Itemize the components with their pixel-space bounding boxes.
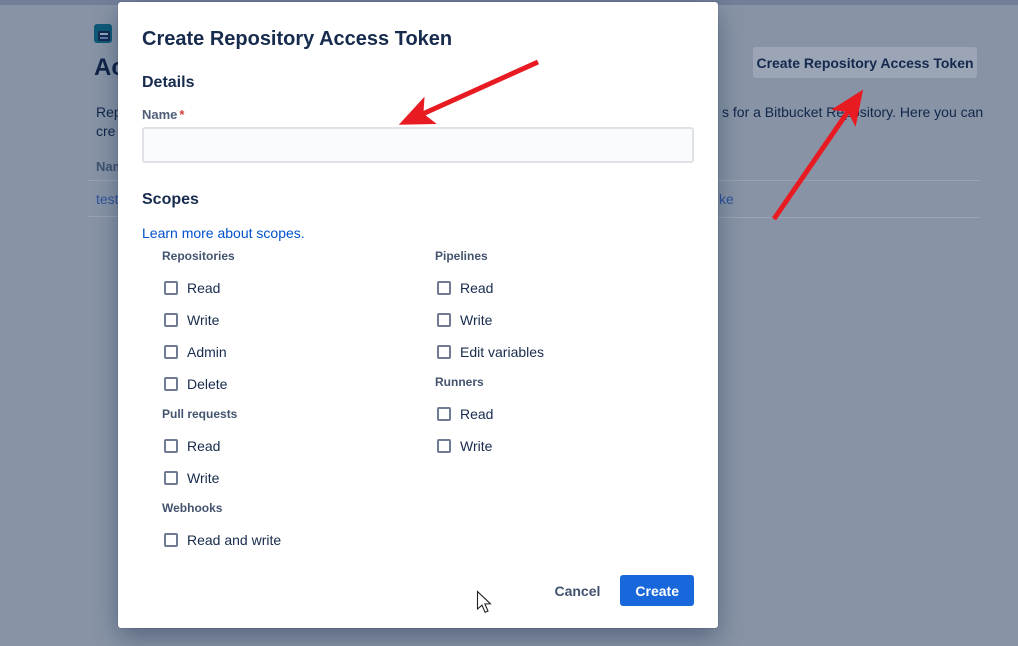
- cancel-button[interactable]: Cancel: [554, 583, 600, 599]
- create-repository-access-token-button[interactable]: Create Repository Access Token: [753, 47, 977, 78]
- checkbox-repositories-delete[interactable]: Delete: [162, 376, 422, 392]
- checkbox-pull-requests-read[interactable]: Read: [162, 438, 422, 454]
- create-button[interactable]: Create: [620, 575, 694, 606]
- scope-group-repositories: Repositories Read Write Admin: [162, 250, 422, 392]
- intro-text-fragment: cre: [96, 123, 115, 139]
- scope-group-runners: Runners Read Write: [435, 376, 695, 454]
- checkbox-runners-read[interactable]: Read: [435, 406, 695, 422]
- scope-group-label: Pipelines: [435, 250, 695, 262]
- checkbox-pull-requests-write[interactable]: Write: [162, 470, 422, 486]
- checkbox-icon[interactable]: [164, 345, 178, 359]
- checkbox-icon[interactable]: [164, 281, 178, 295]
- scopes-heading: Scopes: [142, 191, 694, 209]
- checkbox-icon[interactable]: [164, 377, 178, 391]
- checkbox-pipelines-edit-variables[interactable]: Edit variables: [435, 344, 695, 360]
- table-divider: [718, 217, 980, 218]
- table-divider: [88, 216, 118, 217]
- required-asterisk: *: [179, 107, 184, 122]
- scopes-column-left: Repositories Read Write Admin: [162, 250, 422, 564]
- revoke-link[interactable]: ke: [719, 191, 734, 207]
- screen: Ac Rep cre s for a Bitbucket Repository.…: [0, 0, 1018, 646]
- checkbox-icon[interactable]: [164, 439, 178, 453]
- create-repository-access-token-dialog: Create Repository Access Token Details N…: [118, 2, 718, 628]
- checkbox-repositories-write[interactable]: Write: [162, 312, 422, 328]
- scope-group-label: Runners: [435, 376, 695, 388]
- scope-group-pipelines: Pipelines Read Write Edit variables: [435, 250, 695, 360]
- checkbox-repositories-admin[interactable]: Admin: [162, 344, 422, 360]
- learn-more-about-scopes-link[interactable]: Learn more about scopes.: [142, 225, 305, 241]
- details-heading: Details: [142, 74, 694, 92]
- token-name-link[interactable]: test: [96, 191, 119, 207]
- checkbox-icon[interactable]: [164, 313, 178, 327]
- checkbox-pipelines-write[interactable]: Write: [435, 312, 695, 328]
- name-field-label: Name*: [142, 107, 694, 122]
- dialog-title: Create Repository Access Token: [142, 28, 694, 51]
- checkbox-webhooks-read-and-write[interactable]: Read and write: [162, 532, 422, 548]
- intro-text-fragment: s for a Bitbucket Repository. Here you c…: [722, 104, 983, 120]
- access-tokens-page-icon: [94, 24, 112, 43]
- checkbox-icon[interactable]: [164, 471, 178, 485]
- dialog-footer: Cancel Create: [554, 575, 694, 606]
- scopes-column-right: Pipelines Read Write Edit variables: [435, 250, 695, 470]
- checkbox-icon[interactable]: [437, 313, 451, 327]
- scope-group-webhooks: Webhooks Read and write: [162, 502, 422, 548]
- scope-group-pull-requests: Pull requests Read Write: [162, 408, 422, 486]
- scope-group-label: Webhooks: [162, 502, 422, 514]
- scope-group-label: Pull requests: [162, 408, 422, 420]
- table-divider: [88, 180, 118, 181]
- checkbox-icon[interactable]: [437, 345, 451, 359]
- checkbox-pipelines-read[interactable]: Read: [435, 280, 695, 296]
- checkbox-icon[interactable]: [437, 439, 451, 453]
- checkbox-icon[interactable]: [164, 533, 178, 547]
- scope-group-label: Repositories: [162, 250, 422, 262]
- name-input[interactable]: [142, 127, 694, 163]
- checkbox-icon[interactable]: [437, 407, 451, 421]
- checkbox-runners-write[interactable]: Write: [435, 438, 695, 454]
- table-divider: [718, 180, 980, 181]
- checkbox-repositories-read[interactable]: Read: [162, 280, 422, 296]
- checkbox-icon[interactable]: [437, 281, 451, 295]
